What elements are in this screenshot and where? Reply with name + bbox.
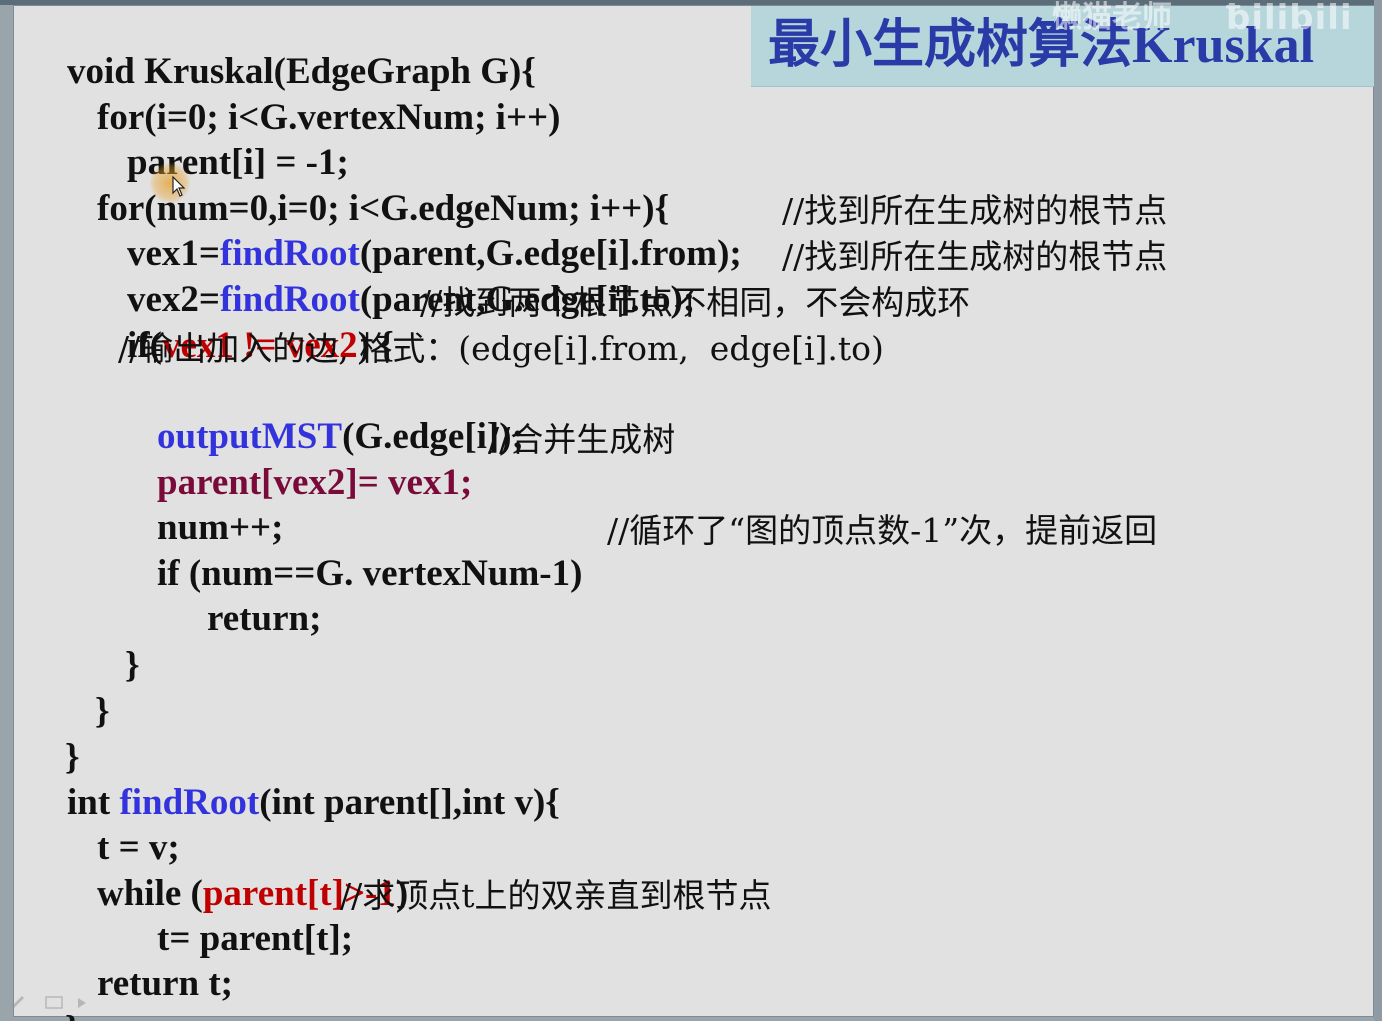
code-line: while (parent[t]>-1): [60, 828, 408, 914]
code-comment: //合并生成树: [488, 420, 676, 459]
code-line: num++;: [120, 462, 283, 548]
slideshow-nav-icon[interactable]: [8, 992, 98, 1012]
code-line: return t;: [60, 918, 233, 1004]
code-line: vex2=findRoot(parent,G.edge[i].to);: [90, 234, 695, 320]
code-line: outputMST(G.edge[i]);: [120, 371, 524, 457]
code-line: }: [58, 646, 110, 732]
code-line: void Kruskal(EdgeGraph G){: [30, 6, 536, 92]
window-right-edge: [1374, 0, 1382, 1021]
code-comment: //找到两个根节点不相同，不会构成环: [420, 283, 971, 322]
code-line: t = v;: [60, 782, 180, 868]
code-comment: //输出加入的边, 格式：(edge[i].from, edge[i].to): [118, 329, 884, 368]
slideshow-controls[interactable]: [8, 992, 98, 1016]
code-comment: //找到所在生成树的根节点: [782, 237, 1168, 276]
watermark-text: 懒猫老师: [1052, 0, 1172, 35]
code-text: }: [125, 645, 140, 686]
mouse-cursor-icon: [172, 176, 186, 197]
code-text: (int parent[],int v){: [259, 782, 560, 823]
code-line: if (num==G. vertexNum-1): [120, 508, 582, 594]
code-text: return;: [207, 598, 322, 639]
code-line: for(i=0; i<G.vertexNum; i++): [60, 52, 560, 138]
code-text: }: [95, 691, 110, 732]
code-line: int findRoot(int parent[],int v){: [30, 737, 560, 823]
code-line: vex1=findRoot(parent,G.edge[i].from);: [90, 188, 742, 274]
bilibili-logo-icon: ƀilibili: [1226, 0, 1353, 38]
code-text: return t;: [97, 963, 233, 1004]
code-comment: //找到所在生成树的根节点: [782, 191, 1168, 230]
code-line: t= parent[t];: [120, 873, 353, 959]
code-line: parent[vex2]= vex1;: [120, 417, 472, 503]
code-line: parent[i] = -1;: [90, 97, 349, 183]
code-line: if(vex1 != vex2) {: [90, 280, 394, 366]
code-line: return;: [170, 553, 321, 639]
code-line: }: [88, 600, 140, 686]
code-line: }: [28, 692, 80, 778]
code-comment: //求顶点t上的双亲直到根节点: [340, 876, 772, 915]
code-comment: //循环了“图的顶点数-1”次，提前返回: [607, 511, 1158, 550]
